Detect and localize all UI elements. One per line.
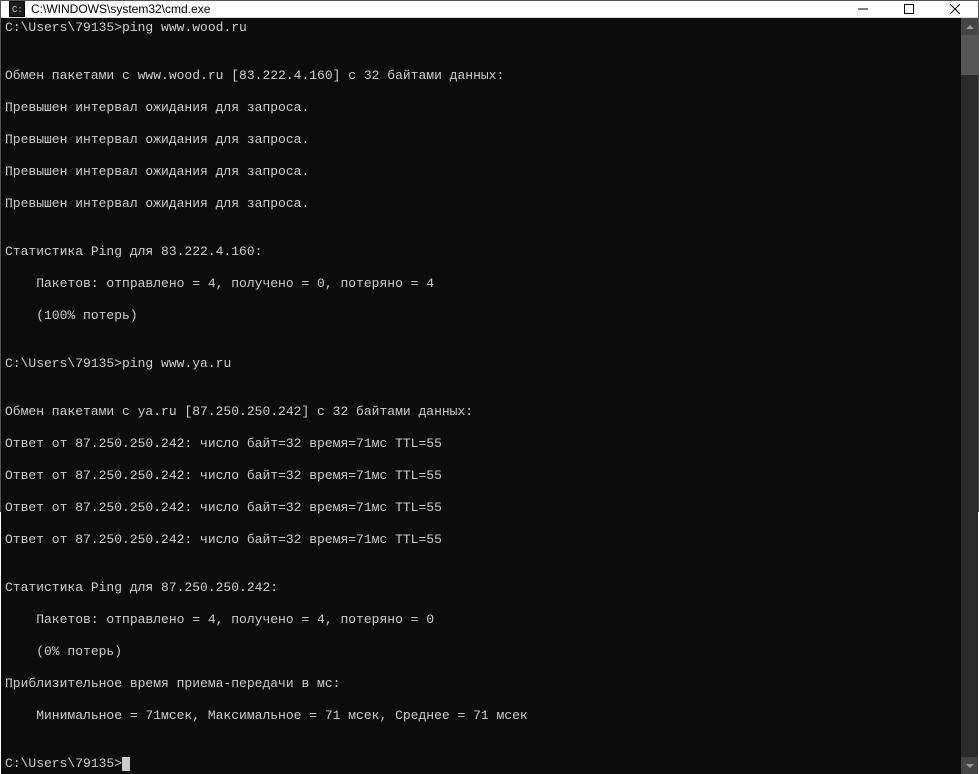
cmd-window: C: C:\WINDOWS\system32\cmd.exe C:\Users\… — [0, 0, 979, 512]
terminal-line: C:\Users\79135> — [5, 756, 957, 772]
terminal-line: Минимальное = 71мсек, Максимальное = 71 … — [5, 708, 957, 724]
terminal-line: Ответ от 87.250.250.242: число байт=32 в… — [5, 436, 957, 452]
window-controls — [840, 1, 978, 17]
terminal-line: Превышен интервал ожидания для запроса. — [5, 132, 957, 148]
terminal-line: Ответ от 87.250.250.242: число байт=32 в… — [5, 468, 957, 484]
cmd-icon: C: — [9, 1, 25, 17]
prompt: C:\Users\79135> — [5, 20, 122, 35]
scrollbar[interactable] — [961, 18, 978, 774]
terminal-line: Статистика Ping для 87.250.250.242: — [5, 580, 957, 596]
terminal-line: Пакетов: отправлено = 4, получено = 0, п… — [5, 276, 957, 292]
terminal-line: Превышен интервал ожидания для запроса. — [5, 196, 957, 212]
terminal-line: Обмен пакетами с ya.ru [87.250.250.242] … — [5, 404, 957, 420]
terminal-line: (100% потерь) — [5, 308, 957, 324]
scroll-up-button[interactable] — [961, 18, 978, 35]
cursor — [122, 757, 130, 771]
prompt: C:\Users\79135> — [5, 356, 122, 371]
command-text: ping www.wood.ru — [122, 20, 247, 35]
scrollbar-thumb[interactable] — [961, 35, 978, 75]
minimize-button[interactable] — [840, 1, 886, 17]
terminal-line: C:\Users\79135>ping www.ya.ru — [5, 356, 957, 372]
command-text: ping www.ya.ru — [122, 356, 231, 371]
scrollbar-track[interactable] — [961, 35, 978, 757]
terminal-line: Ответ от 87.250.250.242: число байт=32 в… — [5, 500, 957, 516]
titlebar[interactable]: C: C:\WINDOWS\system32\cmd.exe — [1, 1, 978, 18]
terminal-line: C:\Users\79135>ping www.wood.ru — [5, 20, 957, 36]
terminal-line: Ответ от 87.250.250.242: число байт=32 в… — [5, 532, 957, 548]
terminal-line: Превышен интервал ожидания для запроса. — [5, 164, 957, 180]
window-title: C:\WINDOWS\system32\cmd.exe — [31, 2, 840, 16]
terminal-line: Приблизительное время приема-передачи в … — [5, 676, 957, 692]
prompt: C:\Users\79135> — [5, 756, 122, 771]
terminal-line: (0% потерь) — [5, 644, 957, 660]
terminal-output[interactable]: C:\Users\79135>ping www.wood.ru Обмен па… — [1, 18, 961, 774]
terminal-area: C:\Users\79135>ping www.wood.ru Обмен па… — [1, 18, 978, 774]
svg-text:C:: C: — [12, 5, 23, 15]
terminal-line: Превышен интервал ожидания для запроса. — [5, 100, 957, 116]
maximize-button[interactable] — [886, 1, 932, 17]
close-button[interactable] — [932, 1, 978, 17]
terminal-line: Статистика Ping для 83.222.4.160: — [5, 244, 957, 260]
terminal-line: Обмен пакетами с www.wood.ru [83.222.4.1… — [5, 68, 957, 84]
terminal-line: Пакетов: отправлено = 4, получено = 4, п… — [5, 612, 957, 628]
scroll-down-button[interactable] — [961, 757, 978, 774]
